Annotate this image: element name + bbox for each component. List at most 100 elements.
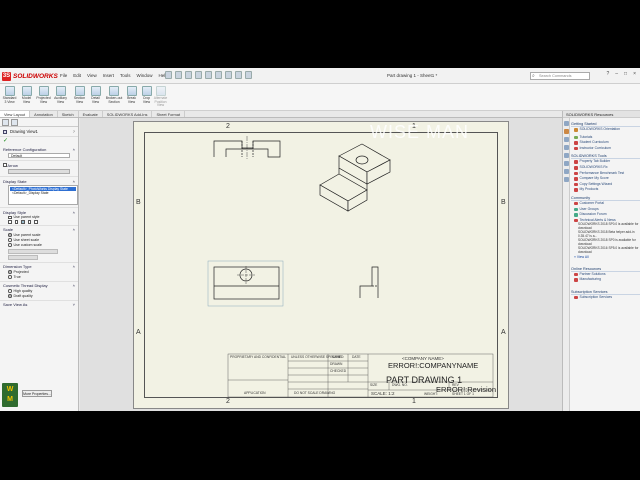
link-item[interactable]: Instructor Curriculum bbox=[571, 146, 640, 152]
radio[interactable] bbox=[8, 233, 12, 237]
radio[interactable] bbox=[8, 238, 12, 242]
manufacturing-icon bbox=[574, 278, 578, 282]
file-properties-icon[interactable] bbox=[235, 71, 242, 79]
radio[interactable] bbox=[8, 275, 12, 279]
checkbox[interactable] bbox=[8, 215, 12, 220]
hidden-lines-removed-icon[interactable] bbox=[21, 220, 25, 224]
menu-window[interactable]: Window bbox=[137, 73, 153, 78]
view-palette-icon[interactable] bbox=[564, 153, 569, 158]
file-explorer-icon[interactable] bbox=[564, 145, 569, 150]
print-icon[interactable] bbox=[195, 71, 202, 79]
menu-insert[interactable]: Insert bbox=[103, 73, 114, 78]
resources-icon[interactable] bbox=[564, 129, 569, 134]
detail-view-button[interactable]: Detail View bbox=[88, 86, 103, 104]
display-state-list[interactable]: <Default>_PhotoWorks Display State <Defa… bbox=[8, 185, 78, 205]
view-all-link[interactable]: » View All bbox=[571, 255, 640, 260]
wireframe-icon[interactable] bbox=[8, 220, 12, 224]
broken-out-section-button[interactable]: Broken-out Section bbox=[105, 86, 123, 104]
ok-button[interactable]: ✓ bbox=[0, 137, 78, 145]
part-drawing-title: PART DRAWING 1 bbox=[386, 375, 463, 385]
collapse-icon[interactable]: ˄ bbox=[73, 264, 75, 269]
undo-icon[interactable] bbox=[205, 71, 212, 79]
graphics-area[interactable]: 2 1 2 1 B A B A WISE MAN UNLESS OTHERWIS… bbox=[80, 118, 562, 411]
section-header[interactable]: Cosmetic Thread Display bbox=[3, 283, 48, 288]
help-icon[interactable]: ? bbox=[73, 129, 75, 134]
collapse-icon[interactable]: ˄ bbox=[73, 283, 75, 288]
open-icon[interactable] bbox=[175, 71, 182, 79]
section-header[interactable]: Display Style bbox=[3, 210, 26, 215]
more-properties-button[interactable]: More Properties... bbox=[22, 390, 52, 397]
solidworks-logo[interactable]: 3S SOLIDWORKS bbox=[2, 71, 58, 81]
new-icon[interactable] bbox=[165, 71, 172, 79]
collapse-icon[interactable]: ˄ bbox=[73, 227, 75, 232]
radio[interactable] bbox=[8, 289, 12, 293]
link-item[interactable]: SOLIDWORKS Orientation bbox=[571, 127, 640, 133]
collapse-icon[interactable]: ˄ bbox=[73, 179, 75, 184]
link-item[interactable]: Subscription Services bbox=[571, 295, 640, 301]
expand-icon[interactable]: ˅ bbox=[73, 302, 75, 307]
close-button[interactable]: × bbox=[633, 71, 636, 77]
tab-sketch[interactable]: Sketch bbox=[58, 111, 79, 117]
list-item[interactable]: <Default>_Display State bbox=[10, 191, 76, 195]
date-header: DATE bbox=[352, 355, 361, 359]
shaded-with-edges-icon[interactable] bbox=[27, 220, 31, 224]
radio[interactable] bbox=[8, 243, 12, 247]
solidworks-forum-icon[interactable] bbox=[564, 177, 569, 182]
section-view-button[interactable]: Section View bbox=[72, 86, 87, 104]
options-icon[interactable] bbox=[245, 71, 252, 79]
tab-sheet-format[interactable]: Sheet Format bbox=[152, 111, 186, 117]
save-icon[interactable] bbox=[185, 71, 192, 79]
custom-scale-select[interactable] bbox=[8, 248, 58, 254]
dimension-type-true[interactable]: True bbox=[8, 275, 75, 280]
custom-properties-icon[interactable] bbox=[564, 169, 569, 174]
tab-view-layout[interactable]: View Layout bbox=[0, 111, 31, 117]
tab-solidworks-add-ins[interactable]: SOLIDWORKS Add-Ins bbox=[103, 111, 153, 117]
collapse-icon[interactable]: ˄ bbox=[73, 147, 75, 152]
projected-view-button[interactable]: Projected View bbox=[36, 86, 51, 104]
section-header[interactable]: Save View As bbox=[3, 302, 27, 307]
thread-draft-quality[interactable]: Draft quality bbox=[8, 294, 75, 299]
feature-manager-icon[interactable] bbox=[2, 119, 9, 126]
home-icon[interactable] bbox=[564, 121, 569, 126]
custom-scale-input[interactable] bbox=[8, 254, 38, 260]
menu-edit[interactable]: Edit bbox=[73, 73, 81, 78]
appearances-icon[interactable] bbox=[564, 161, 569, 166]
property-manager-icon[interactable] bbox=[11, 119, 18, 126]
configuration-select[interactable]: Default bbox=[8, 153, 70, 158]
section-header[interactable]: Display State bbox=[3, 179, 27, 184]
rebuild-icon[interactable] bbox=[225, 71, 232, 79]
menu-file[interactable]: File bbox=[60, 73, 67, 78]
tab-evaluate[interactable]: Evaluate bbox=[79, 111, 103, 117]
menu-bar: File Edit View Insert Tools Window Help bbox=[60, 73, 168, 78]
section-header[interactable]: Reference Configuration bbox=[3, 147, 46, 152]
radio[interactable] bbox=[8, 294, 12, 298]
model-view-button[interactable]: Model View bbox=[19, 86, 34, 104]
arrow-label-field[interactable] bbox=[8, 169, 70, 174]
help-button[interactable]: ? bbox=[606, 71, 609, 77]
menu-view[interactable]: View bbox=[87, 73, 97, 78]
maximize-button[interactable]: □ bbox=[624, 71, 627, 77]
arrow-checkbox[interactable] bbox=[3, 163, 7, 167]
collapse-icon[interactable]: ˄ bbox=[73, 210, 75, 215]
drawing-sheet[interactable]: 2 1 2 1 B A B A WISE MAN UNLESS OTHERWIS… bbox=[133, 121, 509, 409]
select-icon[interactable] bbox=[215, 71, 222, 79]
minimize-button[interactable]: – bbox=[615, 71, 618, 77]
radio[interactable] bbox=[8, 270, 12, 274]
break-view-button[interactable]: Break View bbox=[124, 86, 139, 104]
auxiliary-view-button[interactable]: Auxiliary View bbox=[53, 86, 68, 104]
tab-annotation[interactable]: Annotation bbox=[30, 111, 58, 117]
user-groups-icon bbox=[574, 207, 578, 212]
menu-tools[interactable]: Tools bbox=[120, 73, 131, 78]
design-library-icon[interactable] bbox=[564, 137, 569, 142]
scale-option-custom[interactable]: Use custom scale bbox=[8, 243, 75, 248]
hidden-lines-visible-icon[interactable] bbox=[14, 220, 18, 224]
news-item[interactable]: SOLIDWORKS 2016 SP5.0 is available for d… bbox=[571, 246, 640, 255]
shaded-icon[interactable] bbox=[34, 220, 38, 224]
search-commands-input[interactable]: ⌕ Search Commands bbox=[530, 72, 590, 80]
section-header[interactable]: Scale bbox=[3, 227, 13, 232]
arrow-checkbox-group[interactable]: Arrow bbox=[3, 163, 18, 168]
link-item[interactable]: Manufacturing bbox=[571, 277, 640, 283]
link-item[interactable]: My Products bbox=[571, 187, 640, 193]
section-header[interactable]: Dimension Type bbox=[3, 264, 32, 269]
standard-3-view-button[interactable]: Standard 3 View bbox=[2, 86, 17, 104]
